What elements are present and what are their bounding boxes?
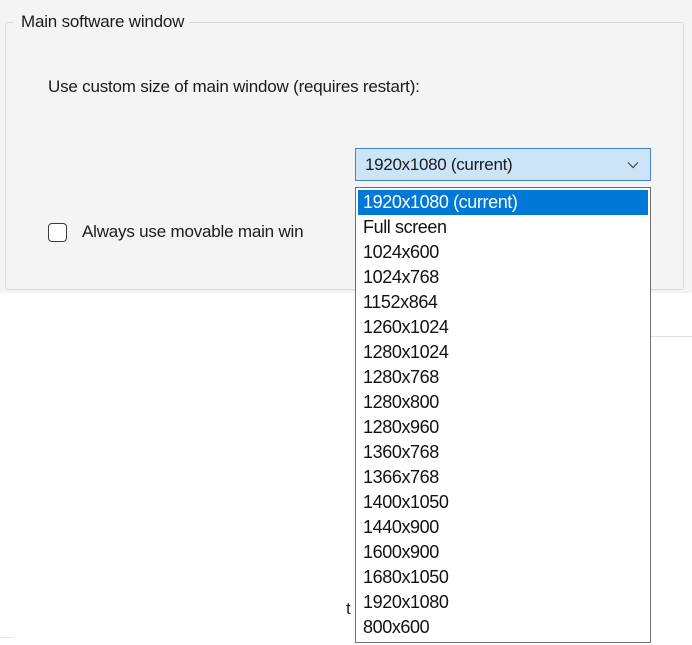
dropdown-option[interactable]: 1440x900 <box>358 515 648 540</box>
dropdown-option[interactable]: 800x600 <box>358 615 648 640</box>
dropdown-option[interactable]: 1260x1024 <box>358 315 648 340</box>
dropdown-option[interactable]: 1280x768 <box>358 365 648 390</box>
dropdown-option[interactable]: 1366x768 <box>358 465 648 490</box>
dropdown-option[interactable]: 1600x900 <box>358 540 648 565</box>
dropdown-option[interactable]: 1024x768 <box>358 265 648 290</box>
obscured-text: t <box>346 599 351 618</box>
dropdown-option[interactable]: 1680x1050 <box>358 565 648 590</box>
dropdown-option[interactable]: 1280x800 <box>358 390 648 415</box>
divider-line <box>650 336 692 337</box>
movable-window-label: Always use movable main win <box>82 222 304 241</box>
dropdown-option[interactable]: 1280x1024 <box>358 340 648 365</box>
dropdown-option[interactable]: 1024x600 <box>358 240 648 265</box>
dropdown-option[interactable]: 1400x1050 <box>358 490 648 515</box>
resolution-combobox[interactable]: 1920x1080 (current) <box>355 148 651 181</box>
dropdown-option[interactable]: Full screen <box>358 215 648 240</box>
movable-window-checkbox[interactable] <box>48 223 67 242</box>
group-box-title: Main software window <box>13 10 190 34</box>
dropdown-option[interactable]: 1920x1080 <box>358 590 648 615</box>
chevron-down-icon <box>627 162 639 169</box>
divider-line <box>0 637 14 638</box>
dropdown-option[interactable]: 1280x960 <box>358 415 648 440</box>
dropdown-option[interactable]: 1152x864 <box>358 290 648 315</box>
resolution-dropdown-list[interactable]: 1920x1080 (current) Full screen 1024x600 10… <box>355 187 651 643</box>
custom-size-label: Use custom size of main window (requires… <box>48 77 420 96</box>
dropdown-option[interactable]: 1920x1080 (current) <box>358 190 648 215</box>
dropdown-option[interactable]: 1360x768 <box>358 440 648 465</box>
resolution-selected-value: 1920x1080 (current) <box>365 155 513 174</box>
